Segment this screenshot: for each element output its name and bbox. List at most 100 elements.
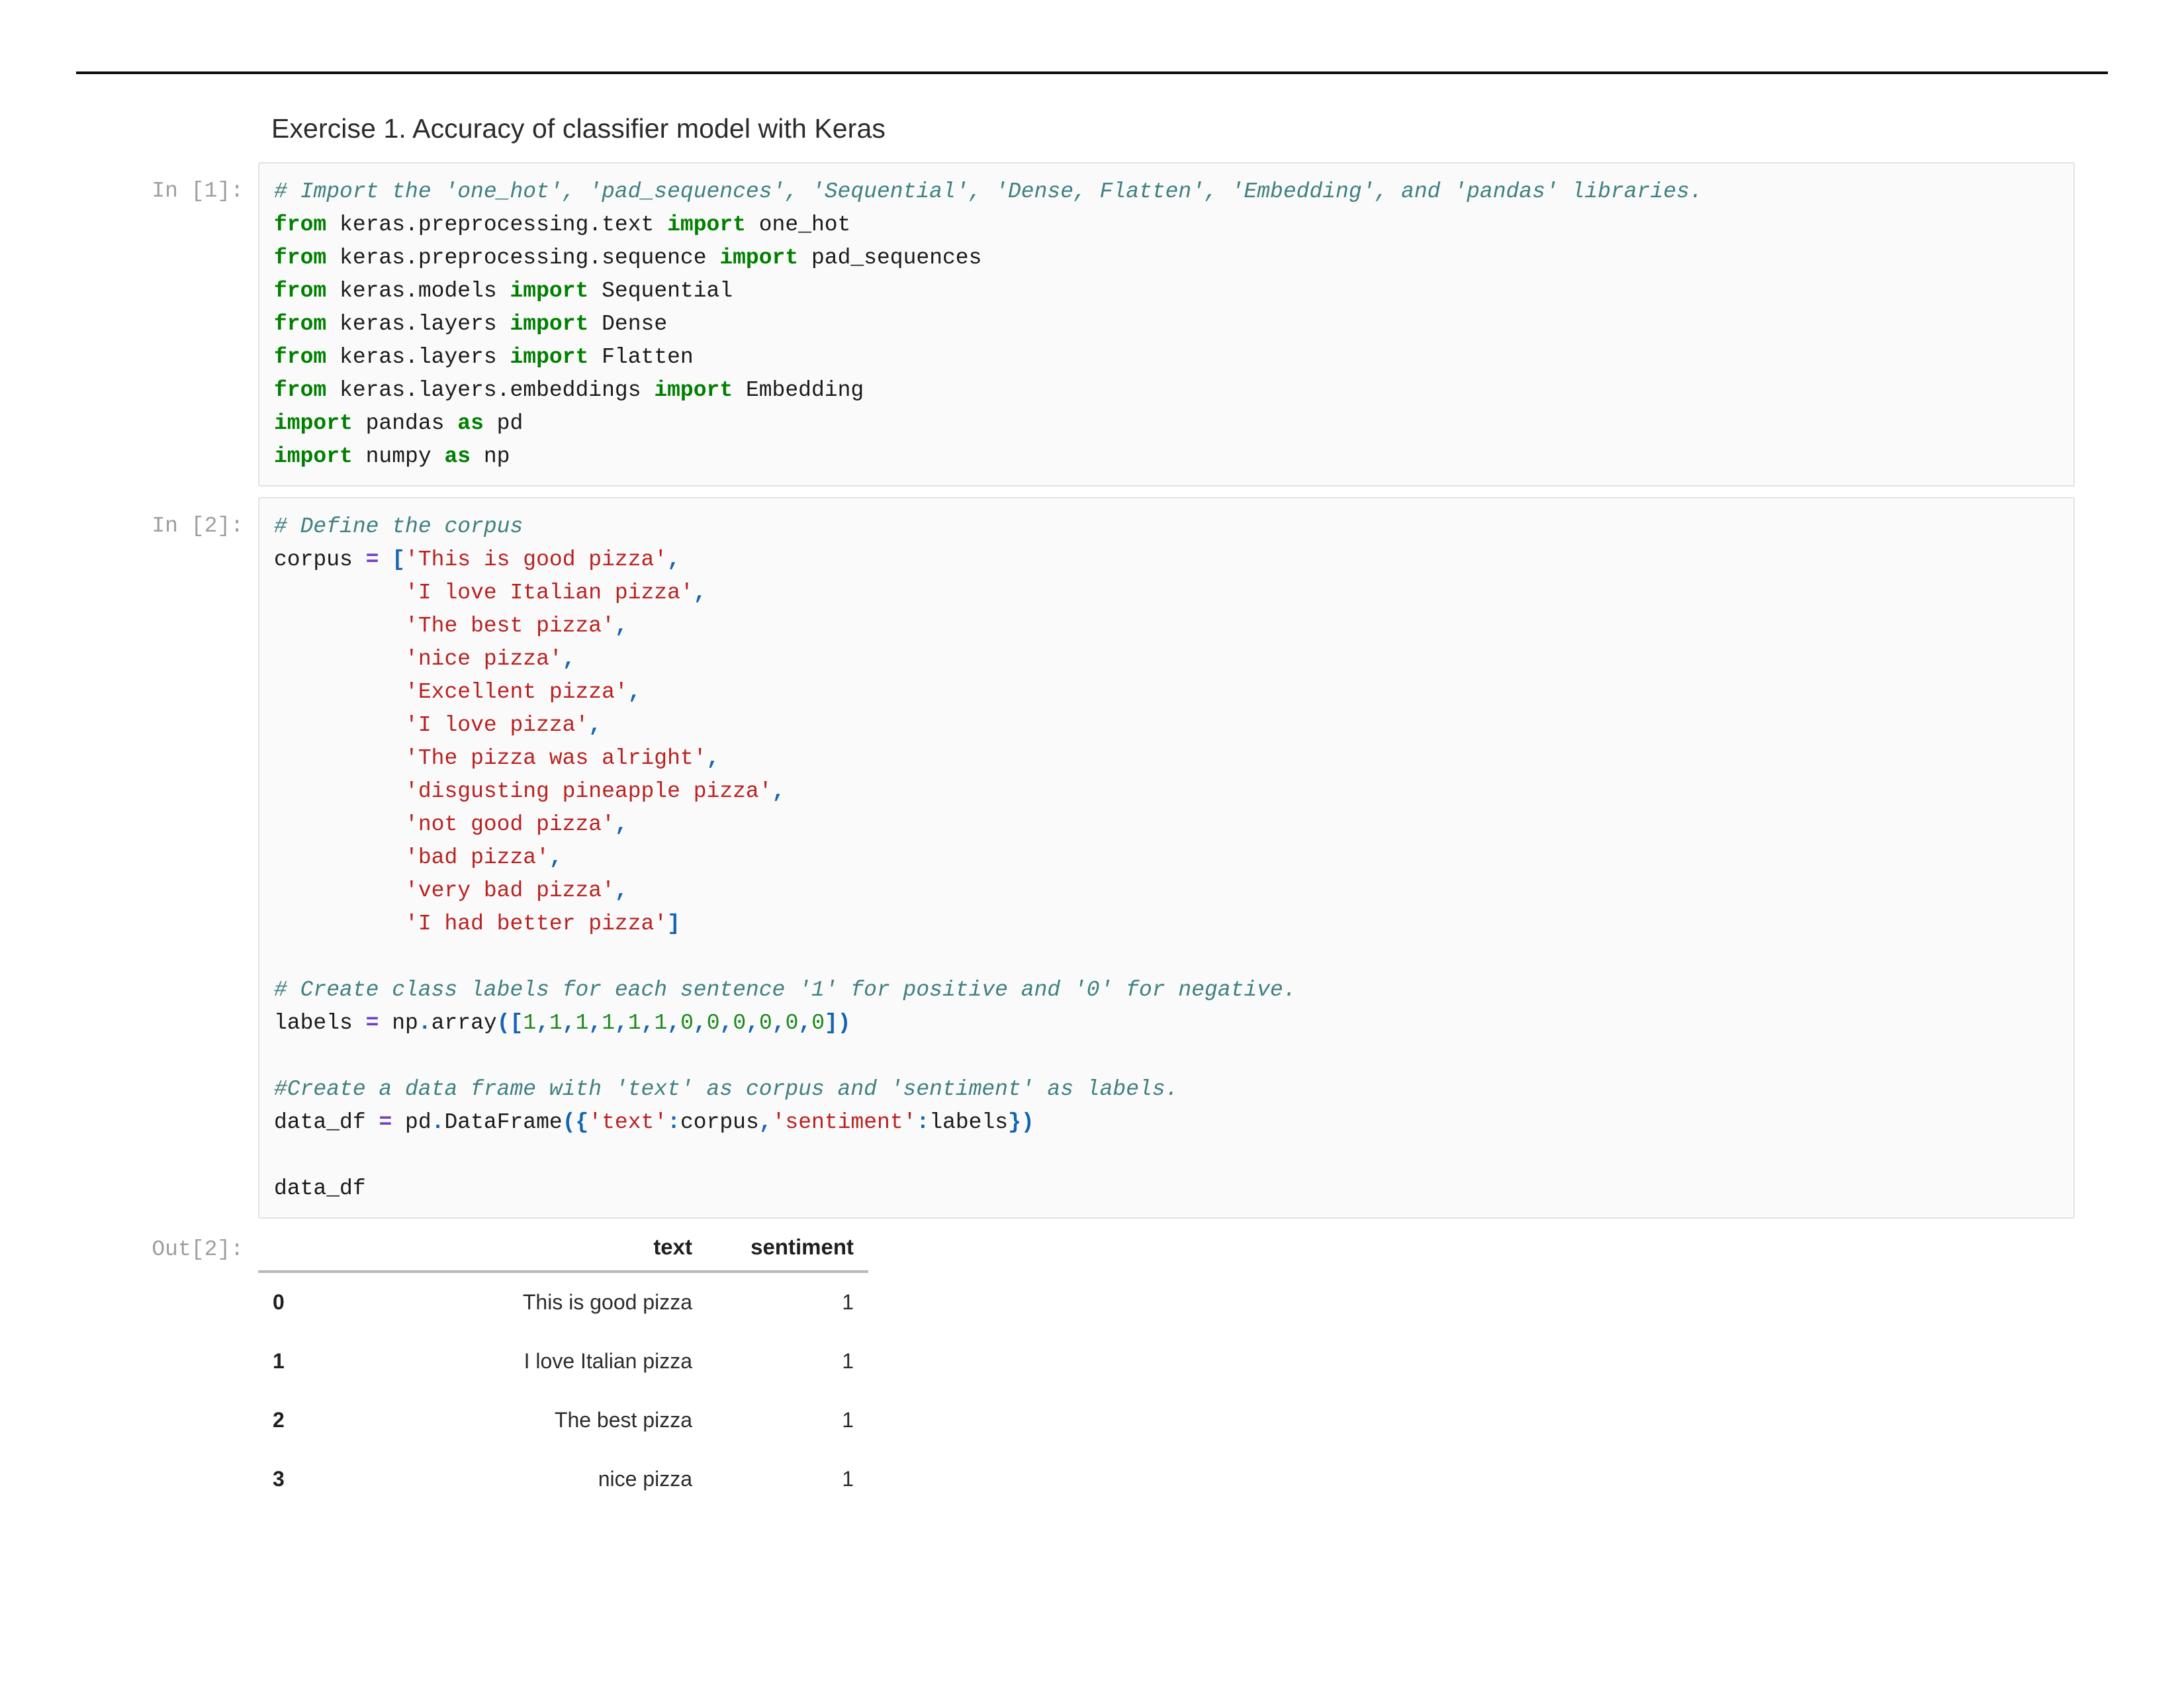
table-row: 2 The best pizza 1 bbox=[258, 1391, 868, 1450]
token-keyword: as bbox=[457, 411, 484, 436]
token-punct: , bbox=[562, 1011, 576, 1036]
token-string: 'text' bbox=[588, 1110, 668, 1135]
code-line: 'I love Italian pizza', bbox=[274, 581, 706, 606]
table-row-index: 0 bbox=[273, 1290, 285, 1315]
token-number: 1 bbox=[627, 1011, 641, 1036]
token-plain: keras.models bbox=[326, 279, 510, 304]
token-plain: pad_sequences bbox=[798, 246, 982, 271]
code-editor-area[interactable]: # Import the 'one_hot', 'pad_sequences',… bbox=[258, 162, 2075, 487]
token-punct: , bbox=[614, 614, 628, 639]
token-string: 'Excellent pizza' bbox=[405, 680, 628, 705]
token-string: 'nice pizza' bbox=[405, 647, 563, 672]
token-plain: pandas bbox=[352, 411, 458, 436]
token-punct: , bbox=[706, 746, 720, 771]
table-cell-text: The best pizza bbox=[554, 1408, 692, 1432]
token-keyword: import bbox=[510, 279, 589, 304]
code-line: import numpy as np bbox=[274, 444, 510, 469]
token-string: 'sentiment' bbox=[772, 1110, 917, 1135]
token-string: 'I love pizza' bbox=[405, 713, 589, 738]
token-plain: Embedding bbox=[733, 378, 864, 403]
token-punct: , bbox=[641, 1011, 655, 1036]
token-keyword: import bbox=[719, 246, 799, 271]
token-punct: ] bbox=[667, 912, 680, 937]
token-keyword: import bbox=[510, 345, 589, 370]
markdown-cell[interactable]: Exercise 1. Accuracy of classifier model… bbox=[0, 99, 2184, 162]
notebook-body: Exercise 1. Accuracy of classifier model… bbox=[0, 99, 2184, 1509]
code-editor-area[interactable]: # Define the corpus corpus = ['This is g… bbox=[258, 497, 2075, 1219]
code-line: from keras.layers import Flatten bbox=[274, 345, 694, 369]
token-punct: : bbox=[667, 1110, 680, 1135]
source-code[interactable]: # Import the 'one_hot', 'pad_sequences',… bbox=[274, 175, 2059, 473]
token-punct: ([ bbox=[496, 1011, 523, 1036]
page-top-rule bbox=[76, 71, 2108, 74]
token-keyword: from bbox=[274, 312, 327, 337]
token-plain: Sequential bbox=[588, 279, 733, 304]
token-plain: keras.preprocessing.text bbox=[326, 212, 668, 238]
token-number: 0 bbox=[758, 1011, 772, 1036]
token-punct: , bbox=[615, 1011, 628, 1036]
code-line: 'not good pizza', bbox=[274, 812, 628, 837]
token-plain: np bbox=[471, 444, 510, 469]
token-punct: , bbox=[719, 1011, 733, 1036]
token-punct: , bbox=[758, 1110, 772, 1135]
token-punct: , bbox=[614, 812, 628, 837]
dataframe-output: text sentiment 0 This is good pizza 1 1 I lo… bbox=[258, 1229, 2184, 1509]
token-operator: = bbox=[379, 1110, 392, 1135]
token-plain: labels bbox=[929, 1110, 1009, 1135]
token-number: 0 bbox=[785, 1011, 799, 1036]
token-plain: corpus bbox=[680, 1110, 759, 1135]
dataframe-head: text sentiment bbox=[258, 1229, 868, 1274]
token-punct: , bbox=[588, 1011, 602, 1036]
code-cell: In [1]: # Import the 'one_hot', 'pad_sequ… bbox=[0, 162, 2184, 487]
table-row-index: 2 bbox=[273, 1408, 285, 1432]
source-code[interactable]: # Define the corpus corpus = ['This is g… bbox=[274, 510, 2059, 1205]
code-cell: In [2]: # Define the corpus corpus = ['Th… bbox=[0, 497, 2184, 1219]
token-keyword: as bbox=[444, 444, 471, 469]
token-plain: keras.layers bbox=[326, 345, 510, 370]
token-punct: . bbox=[418, 1011, 432, 1036]
table-cell-sentiment: 1 bbox=[842, 1467, 854, 1491]
dataframe-header-sentiment: sentiment bbox=[707, 1229, 868, 1274]
token-string: 'bad pizza' bbox=[405, 845, 549, 870]
code-line: # Import the 'one_hot', 'pad_sequences',… bbox=[274, 179, 1703, 204]
token-number: 0 bbox=[811, 1011, 825, 1036]
token-string: 'The best pizza' bbox=[405, 614, 615, 639]
token-plain: data_df bbox=[274, 1110, 379, 1135]
code-line: from keras.layers.embeddings import Embe… bbox=[274, 378, 864, 402]
token-comment: # Create class labels for each sentence … bbox=[274, 978, 1297, 1003]
code-line: 'disgusting pineapple pizza', bbox=[274, 779, 785, 804]
table-cell-sentiment: 1 bbox=[842, 1290, 854, 1315]
table-cell-text: This is good pizza bbox=[522, 1290, 692, 1315]
token-number: 1 bbox=[549, 1011, 563, 1036]
token-punct: ({ bbox=[562, 1110, 589, 1135]
token-punct: , bbox=[549, 845, 563, 870]
table-cell-text: nice pizza bbox=[598, 1467, 692, 1491]
table-row: 1 I love Italian pizza 1 bbox=[258, 1332, 868, 1391]
token-punct: , bbox=[772, 779, 786, 804]
code-line: 'The pizza was alright', bbox=[274, 746, 719, 771]
token-keyword: from bbox=[274, 279, 327, 304]
token-comment: #Create a data frame with 'text' as corp… bbox=[274, 1077, 1179, 1102]
token-punct: , bbox=[667, 1011, 681, 1036]
table-row: 3 nice pizza 1 bbox=[258, 1450, 868, 1509]
output-cell: Out[2]: text sentiment 0 This is good piz… bbox=[0, 1229, 2184, 1509]
token-plain: one_hot bbox=[745, 212, 851, 238]
token-string: 'I love Italian pizza' bbox=[405, 581, 694, 606]
token-plain: data_df bbox=[274, 1176, 366, 1201]
token-plain: Flatten bbox=[588, 345, 694, 370]
table-row-index: 1 bbox=[273, 1349, 285, 1374]
token-plain: DataFrame bbox=[444, 1110, 563, 1135]
token-keyword: import bbox=[667, 212, 746, 238]
code-cells-container: In [1]: # Import the 'one_hot', 'pad_sequ… bbox=[0, 162, 2184, 1219]
token-number: 1 bbox=[523, 1011, 537, 1036]
code-line: 'I had better pizza'] bbox=[274, 912, 680, 936]
code-line: from keras.layers import Dense bbox=[274, 312, 667, 336]
token-punct: , bbox=[562, 647, 576, 672]
token-punct: , bbox=[627, 680, 641, 705]
